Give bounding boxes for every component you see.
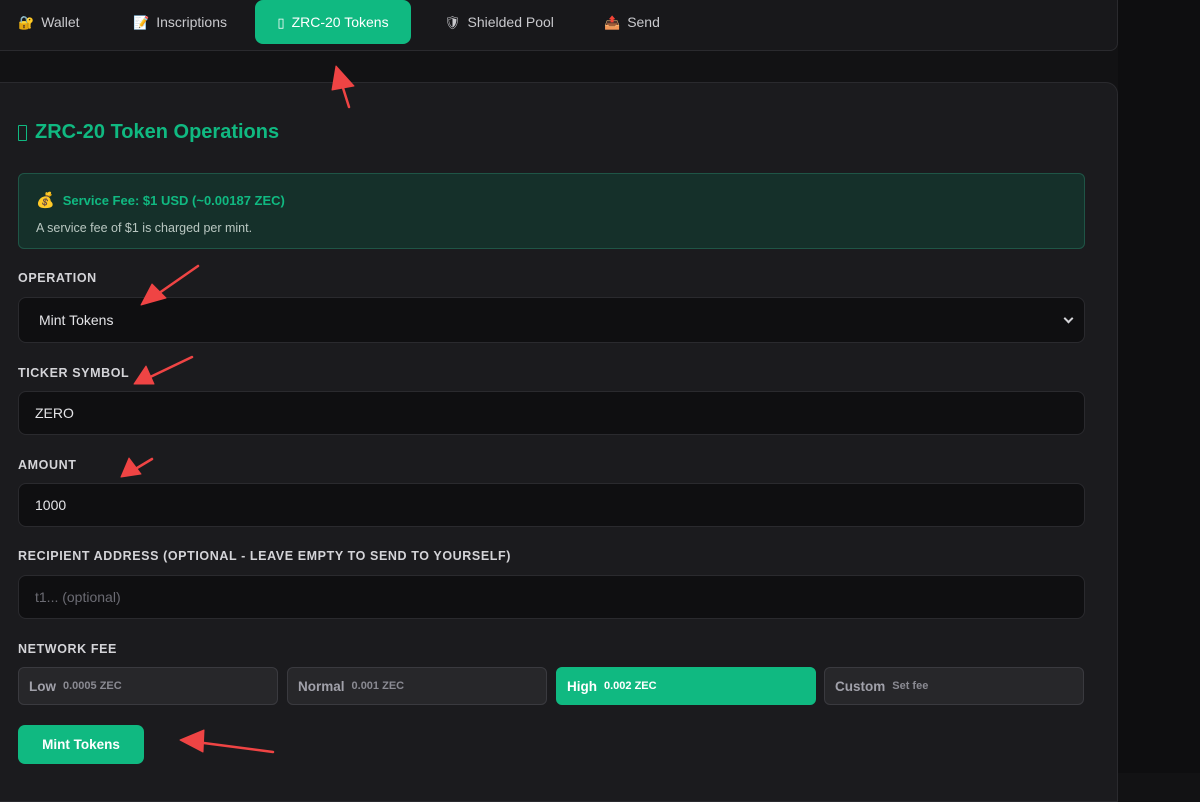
fee-option-high[interactable]: High 0.002 ZEC <box>556 667 816 705</box>
amount-input-value: 1000 <box>35 497 67 513</box>
fee-option-custom[interactable]: Custom Set fee <box>824 667 1084 705</box>
fee-option-value: 0.001 ZEC <box>351 680 405 692</box>
operation-label: OPERATION <box>18 271 97 285</box>
operation-select-value: Mint Tokens <box>39 312 114 328</box>
amount-label: AMOUNT <box>18 458 77 472</box>
tab-label: Send <box>627 14 660 30</box>
tab-send[interactable]: 📤 Send <box>604 0 660 44</box>
outbox-icon: 📤 <box>604 14 621 30</box>
ticker-input[interactable]: ZERO <box>18 391 1085 435</box>
page-title: ZRC-20 Token Operations <box>18 121 279 144</box>
fee-option-value: 0.0005 ZEC <box>63 680 122 692</box>
memo-icon: 📝 <box>133 14 150 30</box>
tab-zrc20-tokens[interactable]: ▯ ZRC-20 Tokens <box>255 0 411 44</box>
tab-label: ZRC-20 Tokens <box>291 14 389 30</box>
tab-label: Wallet <box>41 14 80 30</box>
operation-select[interactable]: Mint Tokens <box>18 297 1085 343</box>
tab-shielded-pool[interactable]: 🛡 Shielded Pool <box>444 0 554 44</box>
service-fee-description: A service fee of $1 is charged per mint. <box>36 221 253 235</box>
ticker-input-value: ZERO <box>35 405 74 421</box>
lock-icon: 🔐 <box>18 14 35 30</box>
coin-icon: ▯ <box>277 14 285 30</box>
tab-wallet[interactable]: 🔐 Wallet <box>18 0 80 44</box>
fee-option-low[interactable]: Low 0.0005 ZEC <box>18 667 278 705</box>
fee-option-value: Set fee <box>892 680 929 692</box>
tab-inscriptions[interactable]: 📝 Inscriptions <box>133 0 227 44</box>
fee-option-name: Custom <box>835 678 886 694</box>
fee-option-name: Low <box>29 678 56 694</box>
money-bag-icon: 💰 <box>36 192 55 209</box>
mint-tokens-button[interactable]: Mint Tokens <box>18 725 144 764</box>
service-fee-notice: 💰 Service Fee: $1 USD (~0.00187 ZEC) A s… <box>18 173 1085 249</box>
coin-icon <box>18 124 27 141</box>
chevron-down-icon <box>1063 313 1074 324</box>
amount-input[interactable]: 1000 <box>18 483 1085 527</box>
fee-option-name: Normal <box>298 678 345 694</box>
top-nav: 🔐 Wallet 📝 Inscriptions ▯ ZRC-20 Tokens … <box>0 0 1118 51</box>
recipient-placeholder: t1... (optional) <box>35 589 121 605</box>
fee-option-normal[interactable]: Normal 0.001 ZEC <box>287 667 547 705</box>
service-fee-heading: Service Fee: $1 USD (~0.00187 ZEC) <box>62 192 285 208</box>
fee-option-value: 0.002 ZEC <box>604 680 657 692</box>
network-fee-label: NETWORK FEE <box>18 642 117 656</box>
fee-option-name: High <box>567 678 597 694</box>
recipient-label: RECIPIENT ADDRESS (OPTIONAL - LEAVE EMPT… <box>18 549 512 563</box>
page-title-text: ZRC-20 Token Operations <box>35 121 280 143</box>
right-background <box>1118 0 1200 773</box>
shield-icon: 🛡 <box>444 14 461 30</box>
tab-label: Inscriptions <box>156 14 227 30</box>
ticker-label: TICKER SYMBOL <box>18 366 130 380</box>
recipient-address-input[interactable]: t1... (optional) <box>18 575 1085 619</box>
tab-label: Shielded Pool <box>467 14 554 30</box>
